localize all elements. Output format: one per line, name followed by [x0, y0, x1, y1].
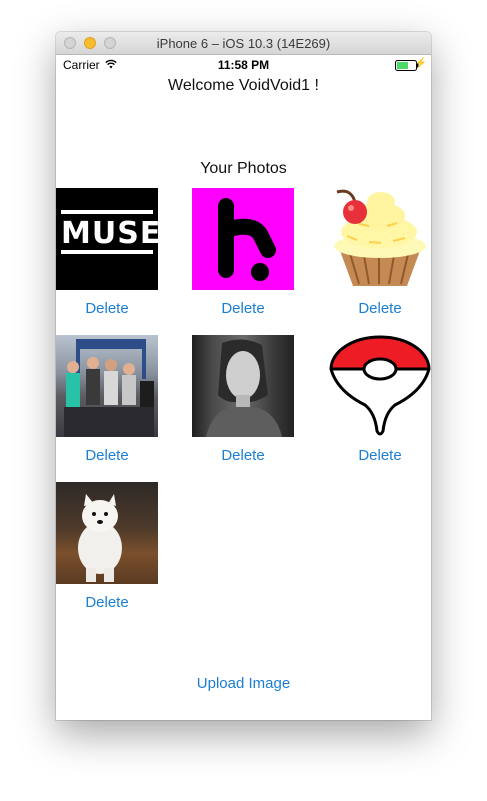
delete-button[interactable]: Delete: [329, 447, 431, 464]
delete-button[interactable]: Delete: [56, 300, 158, 317]
window-titlebar: iPhone 6 – iOS 10.3 (14E269): [56, 32, 431, 55]
marathon-scene-icon: [64, 339, 154, 437]
delete-button[interactable]: Delete: [192, 300, 294, 317]
photo-cell: Delete: [192, 188, 294, 317]
muse-logo-bar: [61, 250, 153, 254]
photo-magenta-h-logo[interactable]: [192, 188, 294, 290]
portrait-icon: [206, 339, 282, 437]
gallery-heading: Your Photos: [200, 160, 287, 177]
h-logo-icon: [218, 198, 276, 281]
welcome-title: Welcome VoidVoid1 !: [168, 77, 319, 94]
photo-muse-logo[interactable]: MUSE: [56, 188, 158, 290]
photo-cell: Delete: [329, 188, 431, 317]
upload-image-button[interactable]: Upload Image: [56, 675, 431, 692]
delete-button[interactable]: Delete: [192, 447, 294, 464]
status-bar: Carrier 11:58 PM ⚡: [56, 55, 431, 75]
photo-cell: Delete: [56, 335, 158, 464]
photo-white-dog[interactable]: [56, 482, 158, 584]
muse-logo-bar: [61, 210, 153, 214]
delete-button[interactable]: Delete: [56, 594, 158, 611]
status-time: 11:58 PM: [217, 58, 270, 72]
delete-button[interactable]: Delete: [56, 447, 158, 464]
window-title: iPhone 6 – iOS 10.3 (14E269): [156, 36, 331, 51]
photo-cell: Delete: [56, 482, 158, 611]
photo-woman-portrait[interactable]: [192, 335, 294, 437]
dog-icon: [78, 494, 122, 582]
photo-marathon-runners[interactable]: [56, 335, 158, 437]
cupcake-icon: [334, 189, 426, 286]
muse-logo-text: MUSE: [61, 216, 158, 251]
simulator-window: iPhone 6 – iOS 10.3 (14E269) Carrier 11:…: [56, 32, 431, 720]
photo-pokeball-pin[interactable]: [329, 335, 431, 437]
photo-cell: MUSE Delete: [56, 188, 158, 317]
photo-cell: Delete: [192, 335, 294, 464]
photo-cell: Delete: [329, 335, 431, 464]
charging-bolt-icon: ⚡: [414, 58, 427, 69]
pokeball-pin-icon: [329, 335, 431, 436]
delete-button[interactable]: Delete: [329, 300, 431, 317]
photo-cupcake[interactable]: [329, 188, 431, 290]
